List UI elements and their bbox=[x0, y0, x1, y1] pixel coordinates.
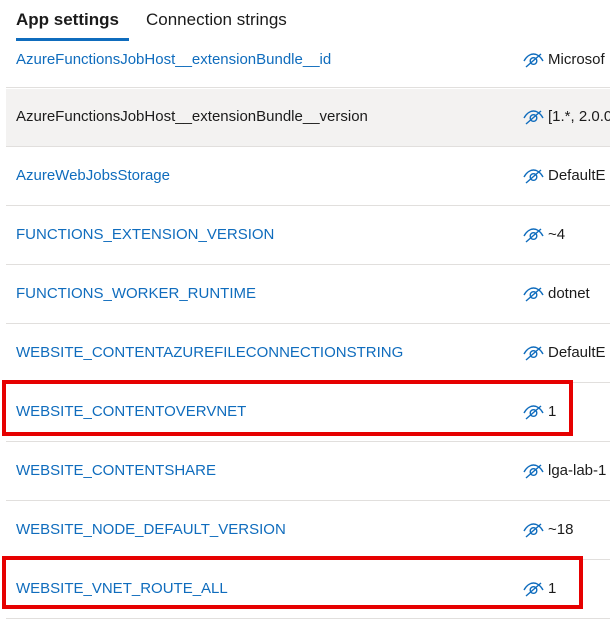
setting-value: 1 bbox=[523, 403, 556, 420]
hidden-value-eye-icon[interactable] bbox=[523, 522, 544, 538]
setting-value: dotnet bbox=[523, 285, 590, 302]
setting-name-link[interactable]: WEBSITE_VNET_ROUTE_ALL bbox=[16, 580, 228, 597]
setting-value: DefaultE bbox=[523, 167, 606, 184]
hidden-value-eye-icon[interactable] bbox=[523, 52, 544, 68]
setting-row[interactable]: AzureFunctionsJobHost__extensionBundle__… bbox=[6, 89, 610, 147]
setting-value-text: 1 bbox=[548, 580, 557, 597]
setting-value-text: ~4 bbox=[548, 226, 566, 243]
setting-row[interactable]: WEBSITE_CONTENTSHARE lga-lab-1 bbox=[6, 443, 610, 501]
setting-value: Microsof bbox=[523, 51, 605, 68]
setting-name-link[interactable]: WEBSITE_NODE_DEFAULT_VERSION bbox=[16, 521, 286, 538]
setting-name-link[interactable]: WEBSITE_CONTENTAZUREFILECONNECTIONSTRING bbox=[16, 344, 403, 361]
setting-name-link[interactable]: FUNCTIONS_WORKER_RUNTIME bbox=[16, 285, 256, 302]
setting-name-link[interactable]: FUNCTIONS_EXTENSION_VERSION bbox=[16, 226, 274, 243]
setting-value-text: lga-lab-1 bbox=[548, 462, 607, 479]
setting-row[interactable]: WEBSITE_CONTENTOVERVNET 1 bbox=[6, 384, 610, 442]
setting-value-text: [1.*, 2.0.0 bbox=[548, 108, 610, 125]
hidden-value-eye-icon[interactable] bbox=[523, 463, 544, 479]
setting-row[interactable]: AzureFunctionsJobHost__extensionBundle__… bbox=[6, 42, 610, 88]
setting-value-text: ~18 bbox=[548, 521, 574, 538]
setting-name-link[interactable]: AzureFunctionsJobHost__extensionBundle__… bbox=[16, 108, 368, 125]
active-tab-indicator bbox=[16, 38, 129, 41]
setting-value: [1.*, 2.0.0 bbox=[523, 108, 610, 125]
setting-name-link[interactable]: WEBSITE_CONTENTSHARE bbox=[16, 462, 216, 479]
settings-tabs: App settings Connection strings bbox=[0, 0, 610, 42]
setting-value: ~18 bbox=[523, 521, 573, 538]
hidden-value-eye-icon[interactable] bbox=[523, 345, 544, 361]
setting-row[interactable]: AzureWebJobsStorage DefaultE bbox=[6, 148, 610, 206]
tab-app-settings[interactable]: App settings bbox=[16, 10, 119, 30]
setting-value-text: dotnet bbox=[548, 285, 590, 302]
hidden-value-eye-icon[interactable] bbox=[523, 286, 544, 302]
hidden-value-eye-icon[interactable] bbox=[523, 581, 544, 597]
setting-value: DefaultE bbox=[523, 344, 606, 361]
setting-value-text: DefaultE bbox=[548, 167, 606, 184]
tab-connection-strings[interactable]: Connection strings bbox=[146, 10, 287, 30]
setting-value-text: DefaultE bbox=[548, 344, 606, 361]
setting-row[interactable]: WEBSITE_NODE_DEFAULT_VERSION ~18 bbox=[6, 502, 610, 560]
hidden-value-eye-icon[interactable] bbox=[523, 227, 544, 243]
setting-value: lga-lab-1 bbox=[523, 462, 606, 479]
setting-name-link[interactable]: AzureWebJobsStorage bbox=[16, 167, 170, 184]
setting-row[interactable]: WEBSITE_CONTENTAZUREFILECONNECTIONSTRING… bbox=[6, 325, 610, 383]
hidden-value-eye-icon[interactable] bbox=[523, 109, 544, 125]
setting-value-text: 1 bbox=[548, 403, 557, 420]
setting-value: ~4 bbox=[523, 226, 565, 243]
setting-value-text: Microsof bbox=[548, 51, 605, 68]
setting-value: 1 bbox=[523, 580, 556, 597]
setting-name-link[interactable]: WEBSITE_CONTENTOVERVNET bbox=[16, 403, 246, 420]
setting-row[interactable]: FUNCTIONS_WORKER_RUNTIME dotnet bbox=[6, 266, 610, 324]
hidden-value-eye-icon[interactable] bbox=[523, 168, 544, 184]
setting-row[interactable]: WEBSITE_VNET_ROUTE_ALL 1 bbox=[6, 561, 610, 619]
hidden-value-eye-icon[interactable] bbox=[523, 404, 544, 420]
setting-row[interactable]: FUNCTIONS_EXTENSION_VERSION ~4 bbox=[6, 207, 610, 265]
setting-name-link[interactable]: AzureFunctionsJobHost__extensionBundle__… bbox=[16, 51, 331, 68]
